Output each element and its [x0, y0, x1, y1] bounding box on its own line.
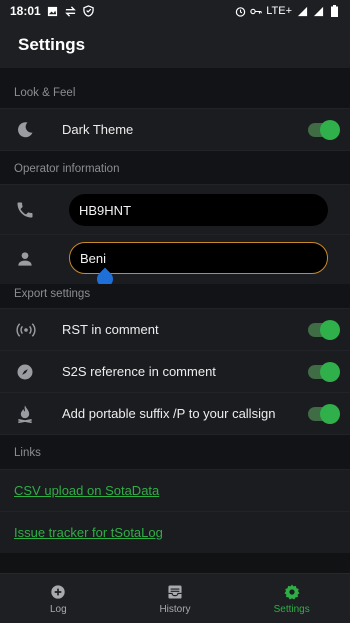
- bottom-navigation: Log History Settings: [0, 573, 350, 623]
- nav-log-label: Log: [49, 603, 67, 615]
- nav-settings[interactable]: Settings: [233, 574, 350, 623]
- s2s-comment-toggle[interactable]: [308, 362, 340, 382]
- add-circle-icon: [49, 583, 67, 601]
- section-header-operator: Operator information: [0, 150, 350, 184]
- issue-tracker-row: Issue tracker for tSotaLog: [0, 511, 350, 553]
- moon-icon: [14, 119, 36, 141]
- nav-log[interactable]: Log: [0, 574, 117, 623]
- section-header-look-feel: Look & Feel: [0, 78, 350, 108]
- gear-icon: [283, 583, 301, 601]
- csv-upload-row: CSV upload on SotaData: [0, 469, 350, 511]
- status-bar: 18:01 LTE+: [0, 0, 350, 22]
- signal-icon: [312, 5, 324, 17]
- name-value: Beni: [80, 250, 107, 266]
- callsign-value: HB9HNT: [79, 202, 132, 218]
- network-type: LTE+: [266, 5, 292, 17]
- toggle-knob: [320, 120, 340, 140]
- dark-theme-toggle[interactable]: [308, 120, 340, 140]
- issue-tracker-link[interactable]: Issue tracker for tSotaLog: [14, 525, 163, 540]
- dark-theme-label: Dark Theme: [62, 122, 134, 137]
- battery-icon: [328, 5, 340, 17]
- callsign-input[interactable]: HB9HNT: [69, 194, 328, 226]
- settings-list: Look & Feel Dark Theme Operator informat…: [0, 68, 350, 553]
- portable-suffix-row[interactable]: Add portable suffix /P to your callsign: [0, 392, 350, 434]
- name-input[interactable]: Beni: [69, 242, 328, 274]
- signal-icon: [296, 5, 308, 17]
- campfire-icon: [14, 403, 36, 425]
- image-icon: [47, 5, 59, 17]
- s2s-comment-label: S2S reference in comment: [62, 364, 216, 379]
- divider: [0, 68, 350, 78]
- compass-icon: [14, 361, 36, 383]
- section-label: Look & Feel: [14, 87, 76, 99]
- nav-history[interactable]: History: [117, 574, 234, 623]
- portable-suffix-toggle[interactable]: [308, 404, 340, 424]
- rst-comment-toggle[interactable]: [308, 320, 340, 340]
- radio-waves-icon: [14, 319, 38, 341]
- toggle-knob: [320, 404, 340, 424]
- s2s-comment-row[interactable]: S2S reference in comment: [0, 350, 350, 392]
- section-label: Links: [14, 447, 41, 459]
- phone-icon: [14, 199, 36, 221]
- section-label: Export settings: [14, 288, 91, 300]
- toggle-knob: [320, 320, 340, 340]
- app-bar: Settings: [0, 22, 350, 68]
- section-header-links: Links: [0, 434, 350, 469]
- callsign-row: HB9HNT: [0, 184, 350, 234]
- vpn-shield-icon: [83, 5, 95, 17]
- nav-history-label: History: [159, 603, 191, 615]
- csv-upload-link[interactable]: CSV upload on SotaData: [14, 483, 159, 498]
- dark-theme-row[interactable]: Dark Theme: [0, 108, 350, 150]
- data-transfer-icon: [65, 5, 77, 17]
- rst-comment-label: RST in comment: [62, 322, 159, 337]
- page-title: Settings: [18, 35, 86, 54]
- toggle-knob: [320, 362, 340, 382]
- key-icon: [250, 5, 262, 17]
- rst-comment-row[interactable]: RST in comment: [0, 308, 350, 350]
- section-header-export: Export settings: [0, 284, 350, 308]
- portable-suffix-label: Add portable suffix /P to your callsign: [62, 406, 276, 421]
- status-time: 18:01: [10, 4, 41, 18]
- nav-settings-label: Settings: [273, 603, 310, 615]
- alarm-icon: [234, 5, 246, 17]
- person-icon: [14, 248, 36, 270]
- section-label: Operator information: [14, 163, 120, 175]
- inbox-icon: [166, 583, 184, 601]
- name-row: Beni: [0, 234, 350, 291]
